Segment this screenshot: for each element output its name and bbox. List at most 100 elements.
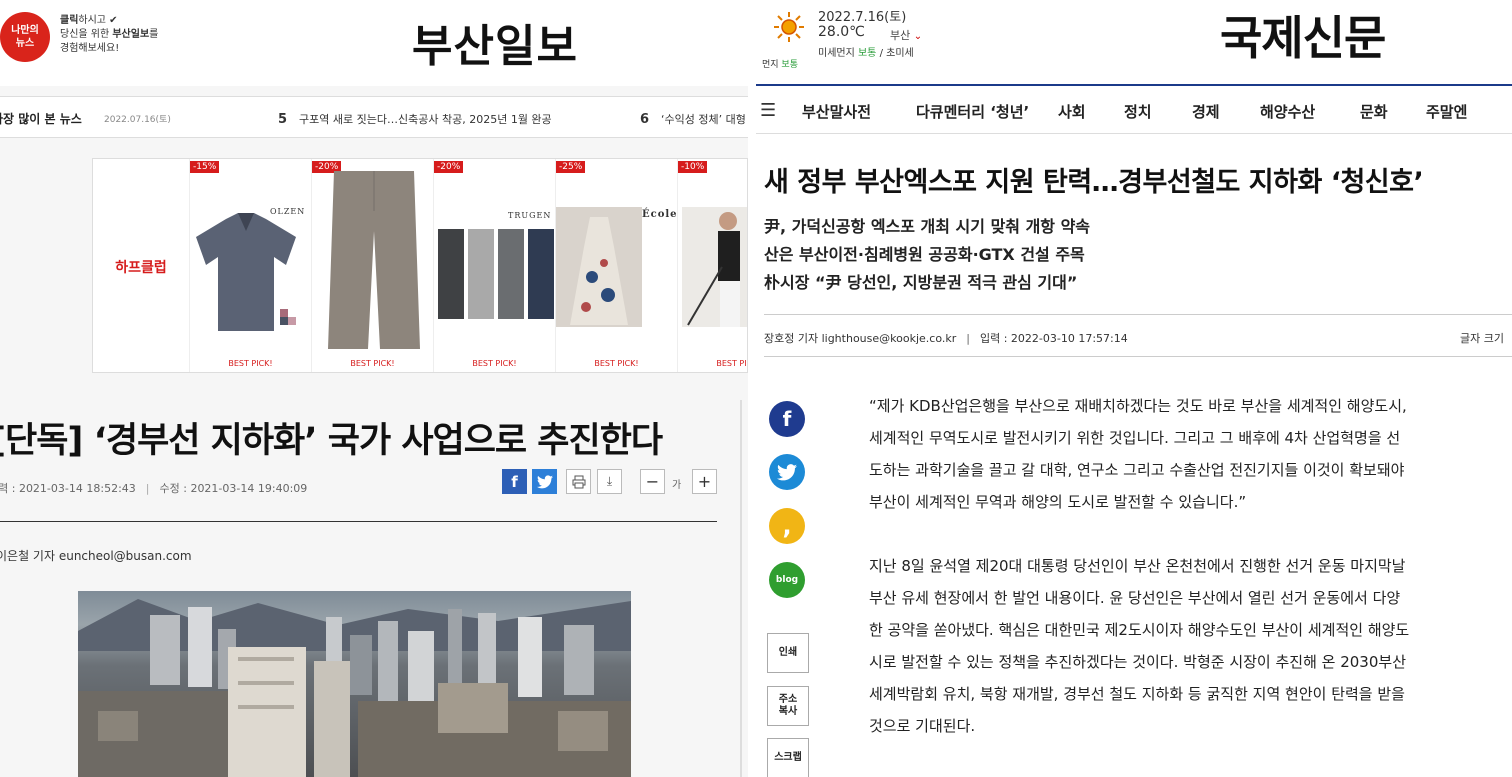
promo-text[interactable]: 클릭하시고 ✔ 당신을 위한 부산일보를 경험해보세요! — [60, 14, 158, 56]
my-news-badge[interactable]: 나만의 뉴스 — [0, 12, 50, 62]
body-line: 한 공약을 쏟아냈다. 핵심은 대한민국 제2도시이자 해양수도인 부산이 세계… — [869, 621, 1410, 639]
weather-city-selector[interactable]: 부산 ⌄ — [890, 27, 922, 43]
polo-shirt-image — [196, 213, 296, 331]
promo-line1-bold: 클릭 — [60, 15, 79, 26]
download-icon[interactable]: ⤓ — [597, 469, 622, 494]
ad-product-card[interactable]: -10% BEST PICK! — [677, 159, 747, 372]
most-viewed-item[interactable]: 6 ‘수익성 정체’ 대형 — [640, 111, 746, 127]
best-pick-label: BEST PICK! — [716, 359, 747, 368]
article-subhead: 산은 부산이전·침례병원 공공화·GTX 건설 주목 — [764, 245, 1085, 264]
ad-product-card[interactable]: -20% BEST PICK! — [311, 159, 433, 372]
print-icon[interactable] — [566, 469, 591, 494]
sunny-weather-icon — [774, 12, 804, 42]
item-text: ‘수익성 정체’ 대형 — [661, 113, 746, 126]
ad-product-card[interactable]: -25% École BEST PICK! — [555, 159, 678, 372]
facebook-share-icon[interactable]: f — [769, 401, 805, 437]
best-pick-label: BEST PICK! — [594, 359, 639, 368]
discount-badge: -15% — [190, 161, 220, 173]
busan-ilbo-logo[interactable]: 부산일보 — [412, 10, 578, 74]
floral-dress-image — [556, 207, 642, 327]
fine-dust-info: 미세먼지 보통 / 초미세 — [818, 44, 914, 59]
golf-outfit-image — [682, 207, 747, 327]
byline: 장호정 기자 lighthouse@kookje.co.kr | 입력 : 2022… — [764, 330, 1128, 346]
dust-label: 미세먼지 — [818, 48, 858, 59]
best-pick-label: BEST PICK! — [228, 359, 273, 368]
copy-url-button[interactable]: 주소 복사 — [767, 686, 809, 726]
ad-product-card[interactable]: -15% OLZEN BEST PICK! — [189, 159, 311, 372]
most-viewed-news-bar: 가장 많이 본 뉴스 2022.07.16(토) 5 구포역 새로 짓는다…신축공… — [0, 96, 748, 138]
discount-badge: -25% — [556, 161, 586, 173]
promo-line1-rest: 하시고 ✔ — [78, 15, 118, 26]
weather-temperature: 28.0℃ — [818, 24, 865, 40]
brand-logo: École — [642, 209, 678, 220]
uv-status: 보통 — [781, 60, 798, 70]
busan-ilbo-panel: 나만의 뉴스 클릭하시고 ✔ 당신을 위한 부산일보를 경험해보세요! 부산일보… — [0, 0, 748, 777]
meta-separator: | — [145, 482, 150, 495]
nav-item[interactable]: 해양수산 — [1260, 101, 1315, 122]
font-decrease-button[interactable]: − — [640, 469, 665, 494]
nav-item[interactable]: 사회 — [1058, 101, 1086, 122]
print-button[interactable]: 인쇄 — [767, 633, 809, 673]
nav-item[interactable]: 정치 — [1124, 101, 1152, 122]
sidebar-divider — [740, 400, 742, 777]
body-line: 지난 8일 윤석열 제20대 대통령 당선인이 부산 온천천에서 진행한 선거 … — [869, 557, 1406, 575]
divider — [0, 521, 717, 522]
promo-line3: 경험해보세요! — [60, 43, 120, 54]
article-photo — [78, 591, 631, 777]
dust-rest: / 초미세 — [876, 48, 914, 59]
blog-share-icon[interactable]: blog — [769, 562, 805, 598]
kookje-logo[interactable]: 국제신문 — [1220, 2, 1386, 68]
weather-date: 2022.7.16(토) — [818, 10, 907, 25]
most-viewed-title: 가장 많이 본 뉴스 — [0, 112, 82, 126]
promo-line2-pre: 당신을 위한 — [60, 29, 113, 40]
article-subhead: 朴시장 “尹 당선인, 지방분권 적극 관심 기대” — [764, 273, 1078, 292]
input-time: 입력 : 2022-03-10 17:57:14 — [979, 332, 1128, 345]
uv-label: 먼지 — [762, 60, 782, 70]
best-pick-label: BEST PICK! — [350, 359, 395, 368]
item-rank: 5 — [278, 112, 288, 127]
body-line: 도하는 과학기술을 끌고 갈 대학, 연구소 그리고 수출산업 전진기지들 이것… — [869, 461, 1405, 479]
best-pick-label: BEST PICK! — [472, 359, 517, 368]
article-headline: [단독] ‘경부선 지하화’ 국가 사업으로 추진한다 — [0, 421, 663, 461]
panel-divider — [748, 0, 756, 777]
nav-item[interactable]: 경제 — [1192, 101, 1220, 122]
facebook-share-icon[interactable]: f — [502, 469, 527, 494]
nav-item[interactable]: 주말엔 — [1426, 101, 1467, 122]
byline-separator: | — [966, 332, 970, 345]
kakaostory-share-icon[interactable]: , — [769, 508, 805, 544]
font-increase-button[interactable]: + — [692, 469, 717, 494]
body-line — [869, 518, 1512, 550]
body-line: “제가 KDB산업은행을 부산으로 재배치하겠다는 것도 바로 부산을 세계적인… — [869, 397, 1407, 415]
ad-brand[interactable]: 하프클럽 — [93, 159, 189, 372]
body-line: 시로 발전할 수 있는 정책을 추진하겠다는 것이다. 박형준 시장이 추진해 … — [869, 653, 1406, 671]
article-meta: 입력 : 2021-03-14 18:52:43 | 수정 : 2021-03-14… — [0, 480, 307, 496]
scrap-button[interactable]: 스크랩 — [767, 738, 809, 777]
body-line: 세계박람회 유치, 북항 재개발, 경부선 철도 지하화 등 굵직한 지역 현안… — [869, 685, 1405, 703]
hamburger-menu-icon[interactable]: ☰ — [760, 100, 776, 121]
divider — [764, 356, 1512, 357]
halfclub-ad-banner[interactable]: 하프클럽 -15% OLZEN BEST PICK! -20% BEST PIC… — [92, 158, 748, 373]
reporter: 장호정 기자 lighthouse@kookje.co.kr — [764, 332, 957, 345]
busan-header: 나만의 뉴스 클릭하시고 ✔ 당신을 위한 부산일보를 경험해보세요! 부산일보 — [0, 0, 748, 86]
twitter-share-icon[interactable] — [769, 454, 805, 490]
brand-logo: TRUGEN — [508, 211, 552, 220]
badge-line2: 뉴스 — [15, 38, 35, 49]
nav-item[interactable]: 부산말사전 — [802, 101, 871, 122]
trousers-image — [328, 171, 420, 349]
twitter-share-icon[interactable] — [532, 469, 557, 494]
most-viewed-item[interactable]: 5 구포역 새로 짓는다…신축공사 착공, 2025년 1월 완공 — [278, 111, 552, 127]
body-line: 부산 유세 현장에서 한 발언 내용이다. 윤 당선인은 부산에서 열린 선거 … — [869, 589, 1401, 607]
font-size-button[interactable]: 글자 크기 — [1460, 330, 1504, 346]
pants-set-image — [438, 229, 554, 319]
kookje-panel: 2022.7.16(토) 28.0℃ 부산 ⌄ 미세먼지 보통 / 초미세 먼지… — [756, 0, 1512, 777]
ad-product-card[interactable]: -20% TRUGEN BEST PICK! — [433, 159, 555, 372]
promo-line2-bold: 부산일보 — [112, 29, 150, 40]
nav-item[interactable]: 다큐멘터리 ‘청년’ — [916, 101, 1029, 122]
font-size-label: 가 — [672, 480, 682, 491]
promo-line2-post: 를 — [149, 29, 159, 40]
most-viewed-date: 2022.07.16(토) — [104, 115, 171, 125]
nav-item[interactable]: 문화 — [1360, 101, 1388, 122]
ultrafine-dust-info: 먼지 보통 — [762, 57, 798, 70]
divider — [764, 314, 1512, 315]
article-subhead: 尹, 가덕신공항 엑스포 개최 시기 맞춰 개항 약속 — [764, 217, 1091, 236]
